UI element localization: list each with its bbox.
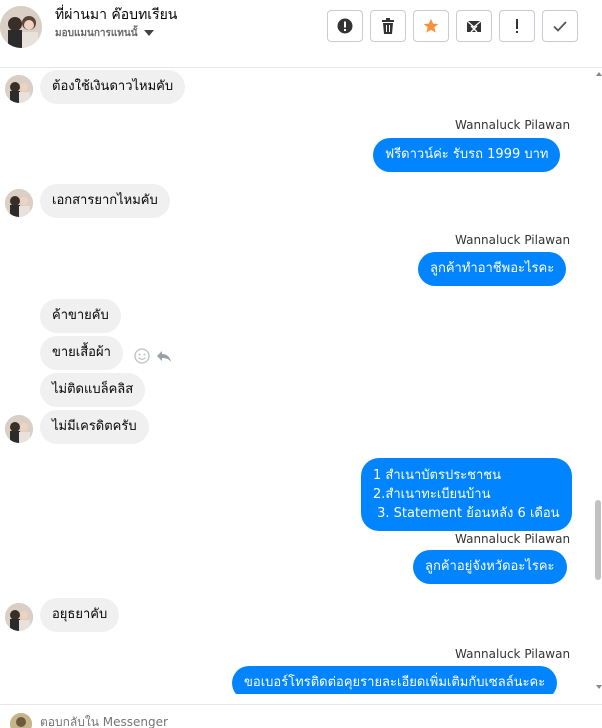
report-button[interactable] <box>499 10 535 42</box>
archive-button[interactable] <box>456 10 492 42</box>
trash-icon <box>382 18 394 34</box>
scrollbar-thumb[interactable] <box>595 500 601 580</box>
message-bubble-incoming[interactable]: อยุธยาคับ <box>40 598 120 632</box>
alert-circle-icon <box>337 18 353 34</box>
message-bubble-outgoing-multiline[interactable]: 1 สำเนาบัตรประชาชน 2.สำเนาทะเบียนบ้าน 3.… <box>361 458 572 531</box>
message-bubble-incoming[interactable]: เอกสารยากไหมคับ <box>40 184 170 218</box>
spam-button[interactable] <box>327 10 363 42</box>
assignee-selector[interactable]: มอบแมนการแทนนั้ <box>55 26 154 42</box>
star-button[interactable] <box>413 10 449 42</box>
scrollbar[interactable] <box>594 70 602 690</box>
contact-avatar-small <box>5 189 33 217</box>
reply-input[interactable] <box>40 715 340 728</box>
message-bubble-incoming[interactable]: ต้องใช้เงินดาวไหมคับ <box>40 70 186 104</box>
message-bubble-outgoing[interactable]: ลูกค้าอยู่จังหวัดอะไรคะ <box>413 550 567 584</box>
message-actions <box>134 348 172 364</box>
done-button[interactable] <box>542 10 578 42</box>
message-bubble-outgoing[interactable]: ขอเบอร์โทรติดต่อคุยรายละเอียดเพิ่มเติมกั… <box>232 666 558 694</box>
message-bubble-outgoing[interactable]: ลูกค้าทำอาชีพอะไรคะ <box>418 252 567 286</box>
smiley-icon[interactable] <box>134 348 150 364</box>
contact-avatar-small <box>5 75 33 103</box>
message-line: 2.สำเนาทะเบียนบ้าน <box>373 487 491 502</box>
delete-button[interactable] <box>370 10 406 42</box>
message-bubble-incoming[interactable]: ค้าขายคับ <box>40 299 121 333</box>
star-icon <box>423 18 439 33</box>
contact-avatar-small <box>5 603 33 631</box>
sender-name: Wannaluck Pilawan <box>455 532 571 546</box>
contact-name[interactable]: ที่ผ่านมา ค๊อบทเรียน <box>55 5 177 25</box>
contact-avatar-small <box>5 415 33 443</box>
message-line: 3. Statement ย้อนหลัง 6 เดือน <box>373 506 560 521</box>
sender-name: Wannaluck Pilawan <box>455 118 571 132</box>
message-bubble-incoming[interactable]: ขายเสื้อผ้า <box>40 336 123 370</box>
assignee-label: มอบแมนการแทนนั้ <box>55 28 138 39</box>
caret-down-icon <box>143 30 154 36</box>
conversation-header: ที่ผ่านมา ค๊อบทเรียน มอบแมนการแทนนั้ <box>0 0 602 68</box>
contact-avatar[interactable] <box>0 6 42 48</box>
page-avatar <box>10 713 32 728</box>
check-icon <box>553 21 567 32</box>
message-bubble-incoming[interactable]: ไม่มีเครดิตครับ <box>40 410 149 444</box>
envelope-x-icon <box>466 20 482 33</box>
reply-composer <box>0 704 602 728</box>
sender-name: Wannaluck Pilawan <box>455 647 571 661</box>
scroll-down-arrow[interactable] <box>596 685 602 689</box>
message-bubble-incoming[interactable]: ไม่ติดแบล็คลิส <box>40 373 146 407</box>
message-thread: ต้องใช้เงินดาวไหมคับ Wannaluck Pilawan ฟ… <box>0 68 594 694</box>
sender-name: Wannaluck Pilawan <box>455 233 571 247</box>
reply-icon[interactable] <box>156 348 172 364</box>
message-bubble-outgoing[interactable]: ฟรีดาวน์ค่ะ รับรถ 1999 บาท <box>373 138 561 172</box>
message-line: 1 สำเนาบัตรประชาชน <box>373 468 501 483</box>
exclamation-icon <box>516 19 518 33</box>
